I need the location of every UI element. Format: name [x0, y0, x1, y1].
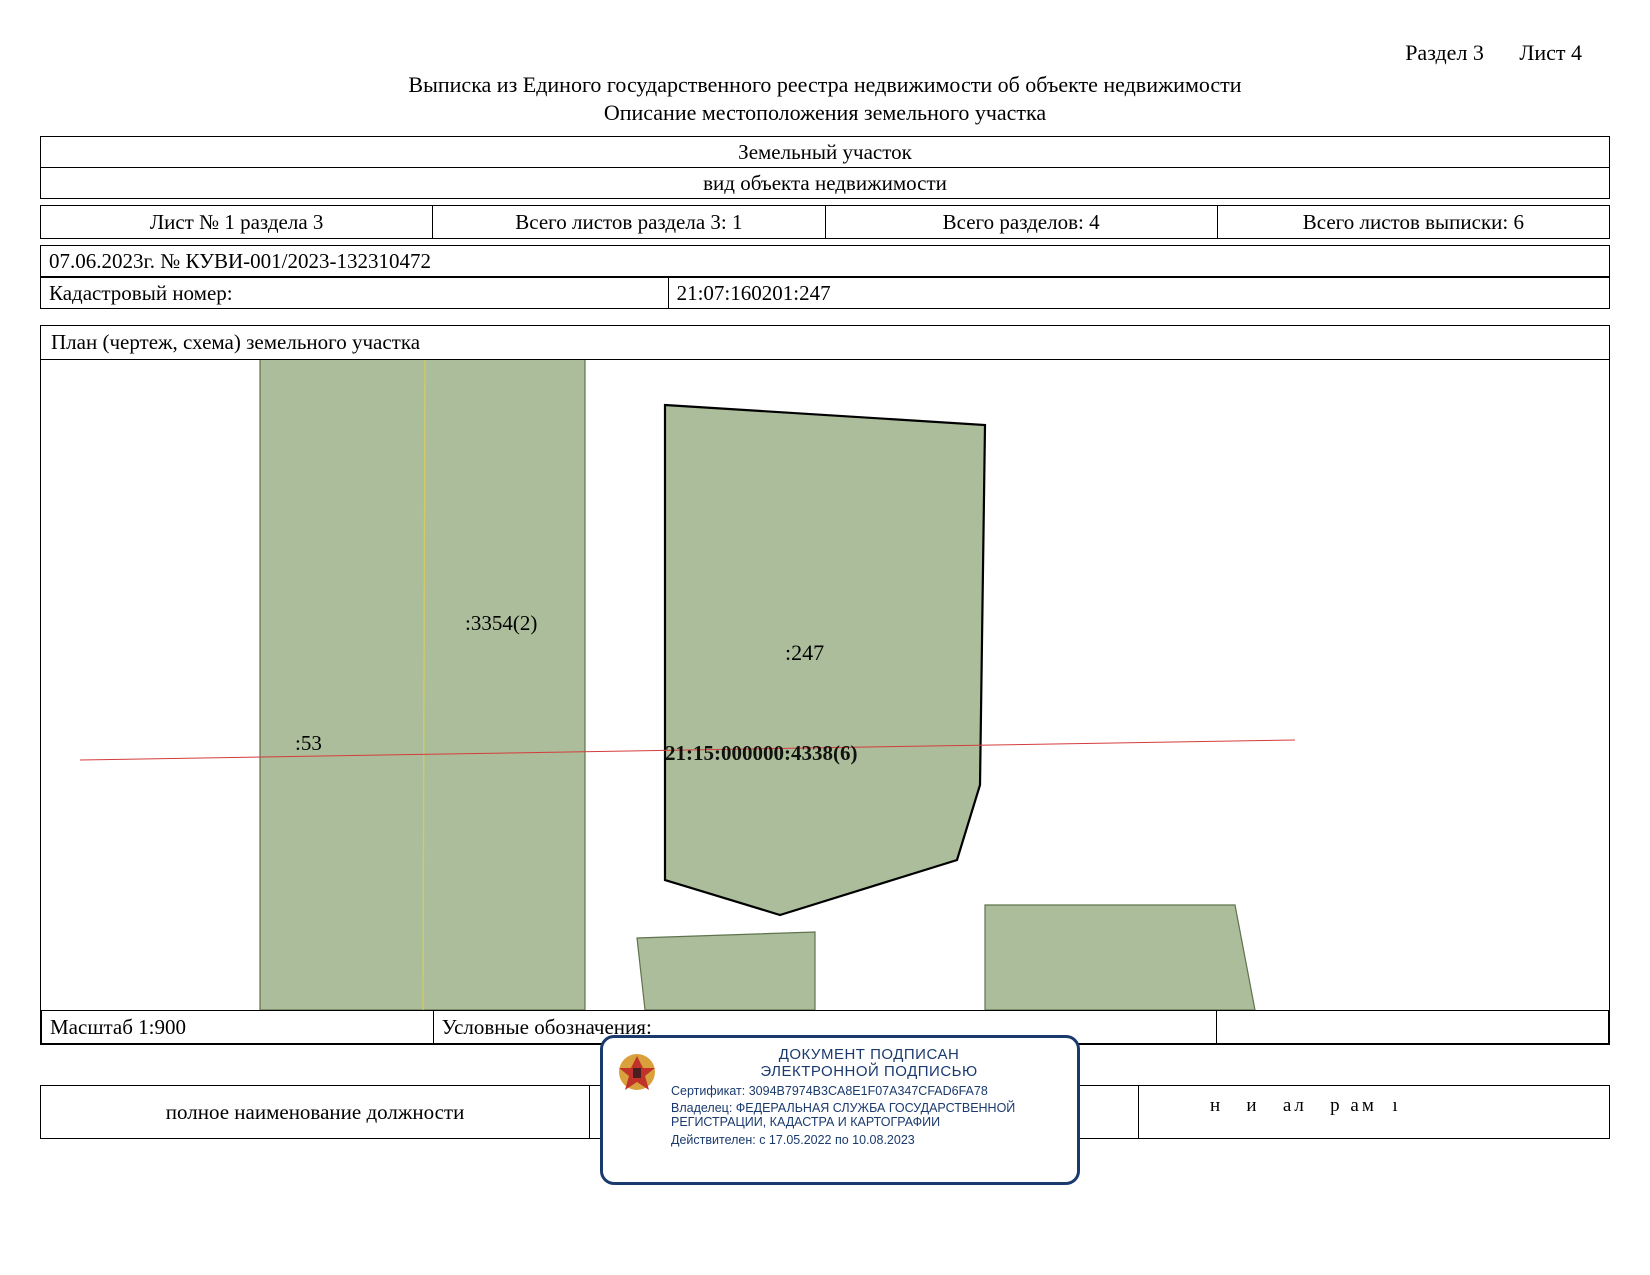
position-label: полное наименование должности — [41, 1086, 590, 1139]
parcel-left — [260, 360, 585, 1010]
header-section-sheet: Раздел 3 Лист 4 — [40, 40, 1610, 66]
footer-right-marks: н и ал р ам ı — [1210, 1095, 1401, 1117]
reference-table: 07.06.2023г. № КУВИ-001/2023-132310472 — [40, 245, 1610, 277]
document-title: Выписка из Единого государственного реес… — [40, 72, 1610, 98]
parcel-bottom-center — [637, 932, 815, 1010]
object-name: Земельный участок — [41, 137, 1610, 168]
parcel-bottom-right — [985, 905, 1255, 1010]
sheet-label: Лист 4 — [1519, 40, 1582, 65]
legend-empty — [1217, 1011, 1609, 1044]
reference-number: 07.06.2023г. № КУВИ-001/2023-132310472 — [41, 246, 1610, 277]
total-sections: Всего разделов: 4 — [825, 206, 1217, 239]
total-section-sheets: Всего листов раздела 3: 1 — [433, 206, 825, 239]
plan-heading: План (чертеж, схема) земельного участка — [41, 326, 1609, 360]
object-kind: вид объекта недвижимости — [41, 168, 1610, 199]
total-sheets: Всего листов выписки: 6 — [1217, 206, 1609, 239]
scale-cell: Масштаб 1:900 — [42, 1011, 434, 1044]
parcel-main — [665, 405, 985, 915]
stamp-line2: ЭЛЕКТРОННОЙ ПОДПИСЬЮ — [671, 1063, 1067, 1080]
cadastral-number: 21:07:160201:247 — [668, 278, 1609, 309]
plan-footer-table: Масштаб 1:900 Условные обозначения: — [41, 1010, 1609, 1044]
label-left-parcel: :53 — [295, 731, 322, 755]
stamp-line1: ДОКУМЕНТ ПОДПИСАН — [671, 1046, 1067, 1063]
object-header-table: Земельный участок вид объекта недвижимос… — [40, 136, 1610, 199]
sheet-of-section: Лист № 1 раздела 3 — [41, 206, 433, 239]
label-mid-parcel: :3354(2) — [465, 611, 537, 635]
label-main-parcel: :247 — [785, 640, 824, 665]
section-label: Раздел 3 — [1405, 40, 1484, 65]
footer-wrap: полное наименование должности н и ал р а… — [40, 1085, 1610, 1139]
cadastral-table: Кадастровый номер: 21:07:160201:247 — [40, 277, 1610, 309]
counts-table: Лист № 1 раздела 3 Всего листов раздела … — [40, 205, 1610, 239]
label-line: 21:15:000000:4338(6) — [665, 741, 857, 765]
footer-empty-1 — [590, 1086, 1014, 1139]
plan-svg: :53 :3354(2) :247 21:15:000000:4338(6) — [41, 360, 1609, 1010]
legend-cell: Условные обозначения: — [433, 1011, 1217, 1044]
document-subtitle: Описание местоположения земельного участ… — [40, 100, 1610, 126]
footer-empty-2 — [1013, 1086, 1139, 1139]
plan-container: План (чертеж, схема) земельного участка … — [40, 325, 1610, 1045]
plan-body: :53 :3354(2) :247 21:15:000000:4338(6) — [41, 360, 1609, 1010]
cadastral-label: Кадастровый номер: — [41, 278, 669, 309]
